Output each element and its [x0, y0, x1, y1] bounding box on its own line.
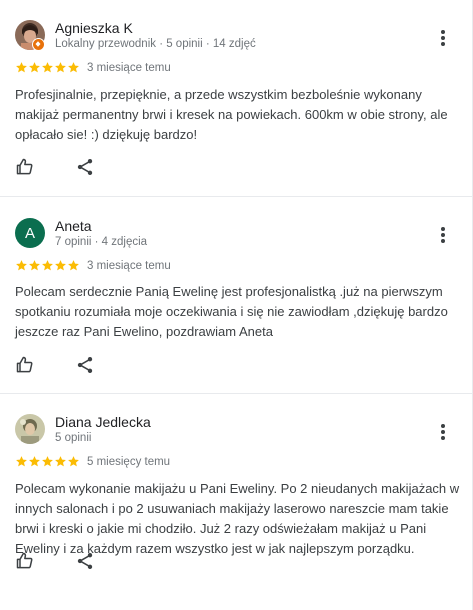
star-icon — [29, 456, 40, 467]
star-icon — [16, 260, 27, 271]
star-icon — [29, 62, 40, 73]
avatar[interactable]: A — [15, 218, 45, 248]
star-icon — [42, 456, 53, 467]
star-icon — [68, 62, 79, 73]
thumb-up-icon[interactable] — [15, 157, 35, 177]
avatar-letter: A — [24, 224, 35, 242]
review-text: Polecam wykonanie makijażu u Pani Ewelin… — [15, 481, 460, 556]
review-author-meta: 5 opinii — [55, 432, 92, 444]
star-rating — [15, 61, 80, 74]
star-icon — [29, 260, 40, 271]
star-icon — [55, 62, 66, 73]
review-author-meta: Lokalny przewodnik · 5 opinii · 14 zdjęć — [55, 38, 256, 50]
review-date: 3 miesiące temu — [87, 61, 171, 74]
review-author[interactable]: Agnieszka K — [55, 20, 133, 36]
star-rating — [15, 259, 80, 272]
thumb-up-icon[interactable] — [15, 355, 35, 375]
star-icon — [42, 260, 53, 271]
star-icon — [42, 62, 53, 73]
avatar[interactable] — [15, 414, 45, 444]
star-icon — [16, 62, 27, 73]
review-text: Profesjinalnie, przepięknie, a przede ws… — [15, 87, 448, 142]
review-card: A Aneta 7 opinii · 4 zdjęcia 3 miesiące … — [0, 197, 472, 394]
star-icon — [68, 456, 79, 467]
star-icon — [55, 456, 66, 467]
local-guide-badge-icon — [32, 38, 45, 51]
review-actions — [15, 551, 95, 571]
review-text: Polecam serdecznie Panią Ewelinę jest pr… — [15, 284, 448, 339]
star-rating — [15, 455, 80, 468]
share-icon[interactable] — [75, 157, 95, 177]
more-vert-icon[interactable] — [436, 422, 450, 442]
thumb-up-icon[interactable] — [15, 551, 35, 571]
review-date: 5 miesięcy temu — [87, 455, 171, 468]
share-icon[interactable] — [75, 551, 95, 571]
star-icon — [55, 260, 66, 271]
rating-row: 5 miesięcy temu — [15, 455, 170, 468]
avatar-photo — [15, 414, 45, 444]
rating-row: 3 miesiące temu — [15, 61, 171, 74]
review-actions — [15, 355, 95, 375]
review-date: 3 miesiące temu — [87, 259, 171, 272]
review-author[interactable]: Aneta — [55, 218, 92, 234]
star-icon — [16, 456, 27, 467]
share-icon[interactable] — [75, 355, 95, 375]
review-author-meta: 7 opinii · 4 zdjęcia — [55, 236, 148, 248]
more-vert-icon[interactable] — [436, 28, 450, 48]
more-vert-icon[interactable] — [436, 225, 450, 245]
rating-row: 3 miesiące temu — [15, 259, 171, 272]
star-icon — [68, 260, 79, 271]
review-card: Diana Jedlecka 5 opinii 5 miesięcy temu … — [0, 394, 472, 591]
review-author[interactable]: Diana Jedlecka — [55, 414, 151, 430]
reviews-list: Agnieszka K Lokalny przewodnik · 5 opini… — [0, 0, 473, 610]
review-actions — [15, 157, 95, 177]
review-card: Agnieszka K Lokalny przewodnik · 5 opini… — [0, 0, 472, 197]
